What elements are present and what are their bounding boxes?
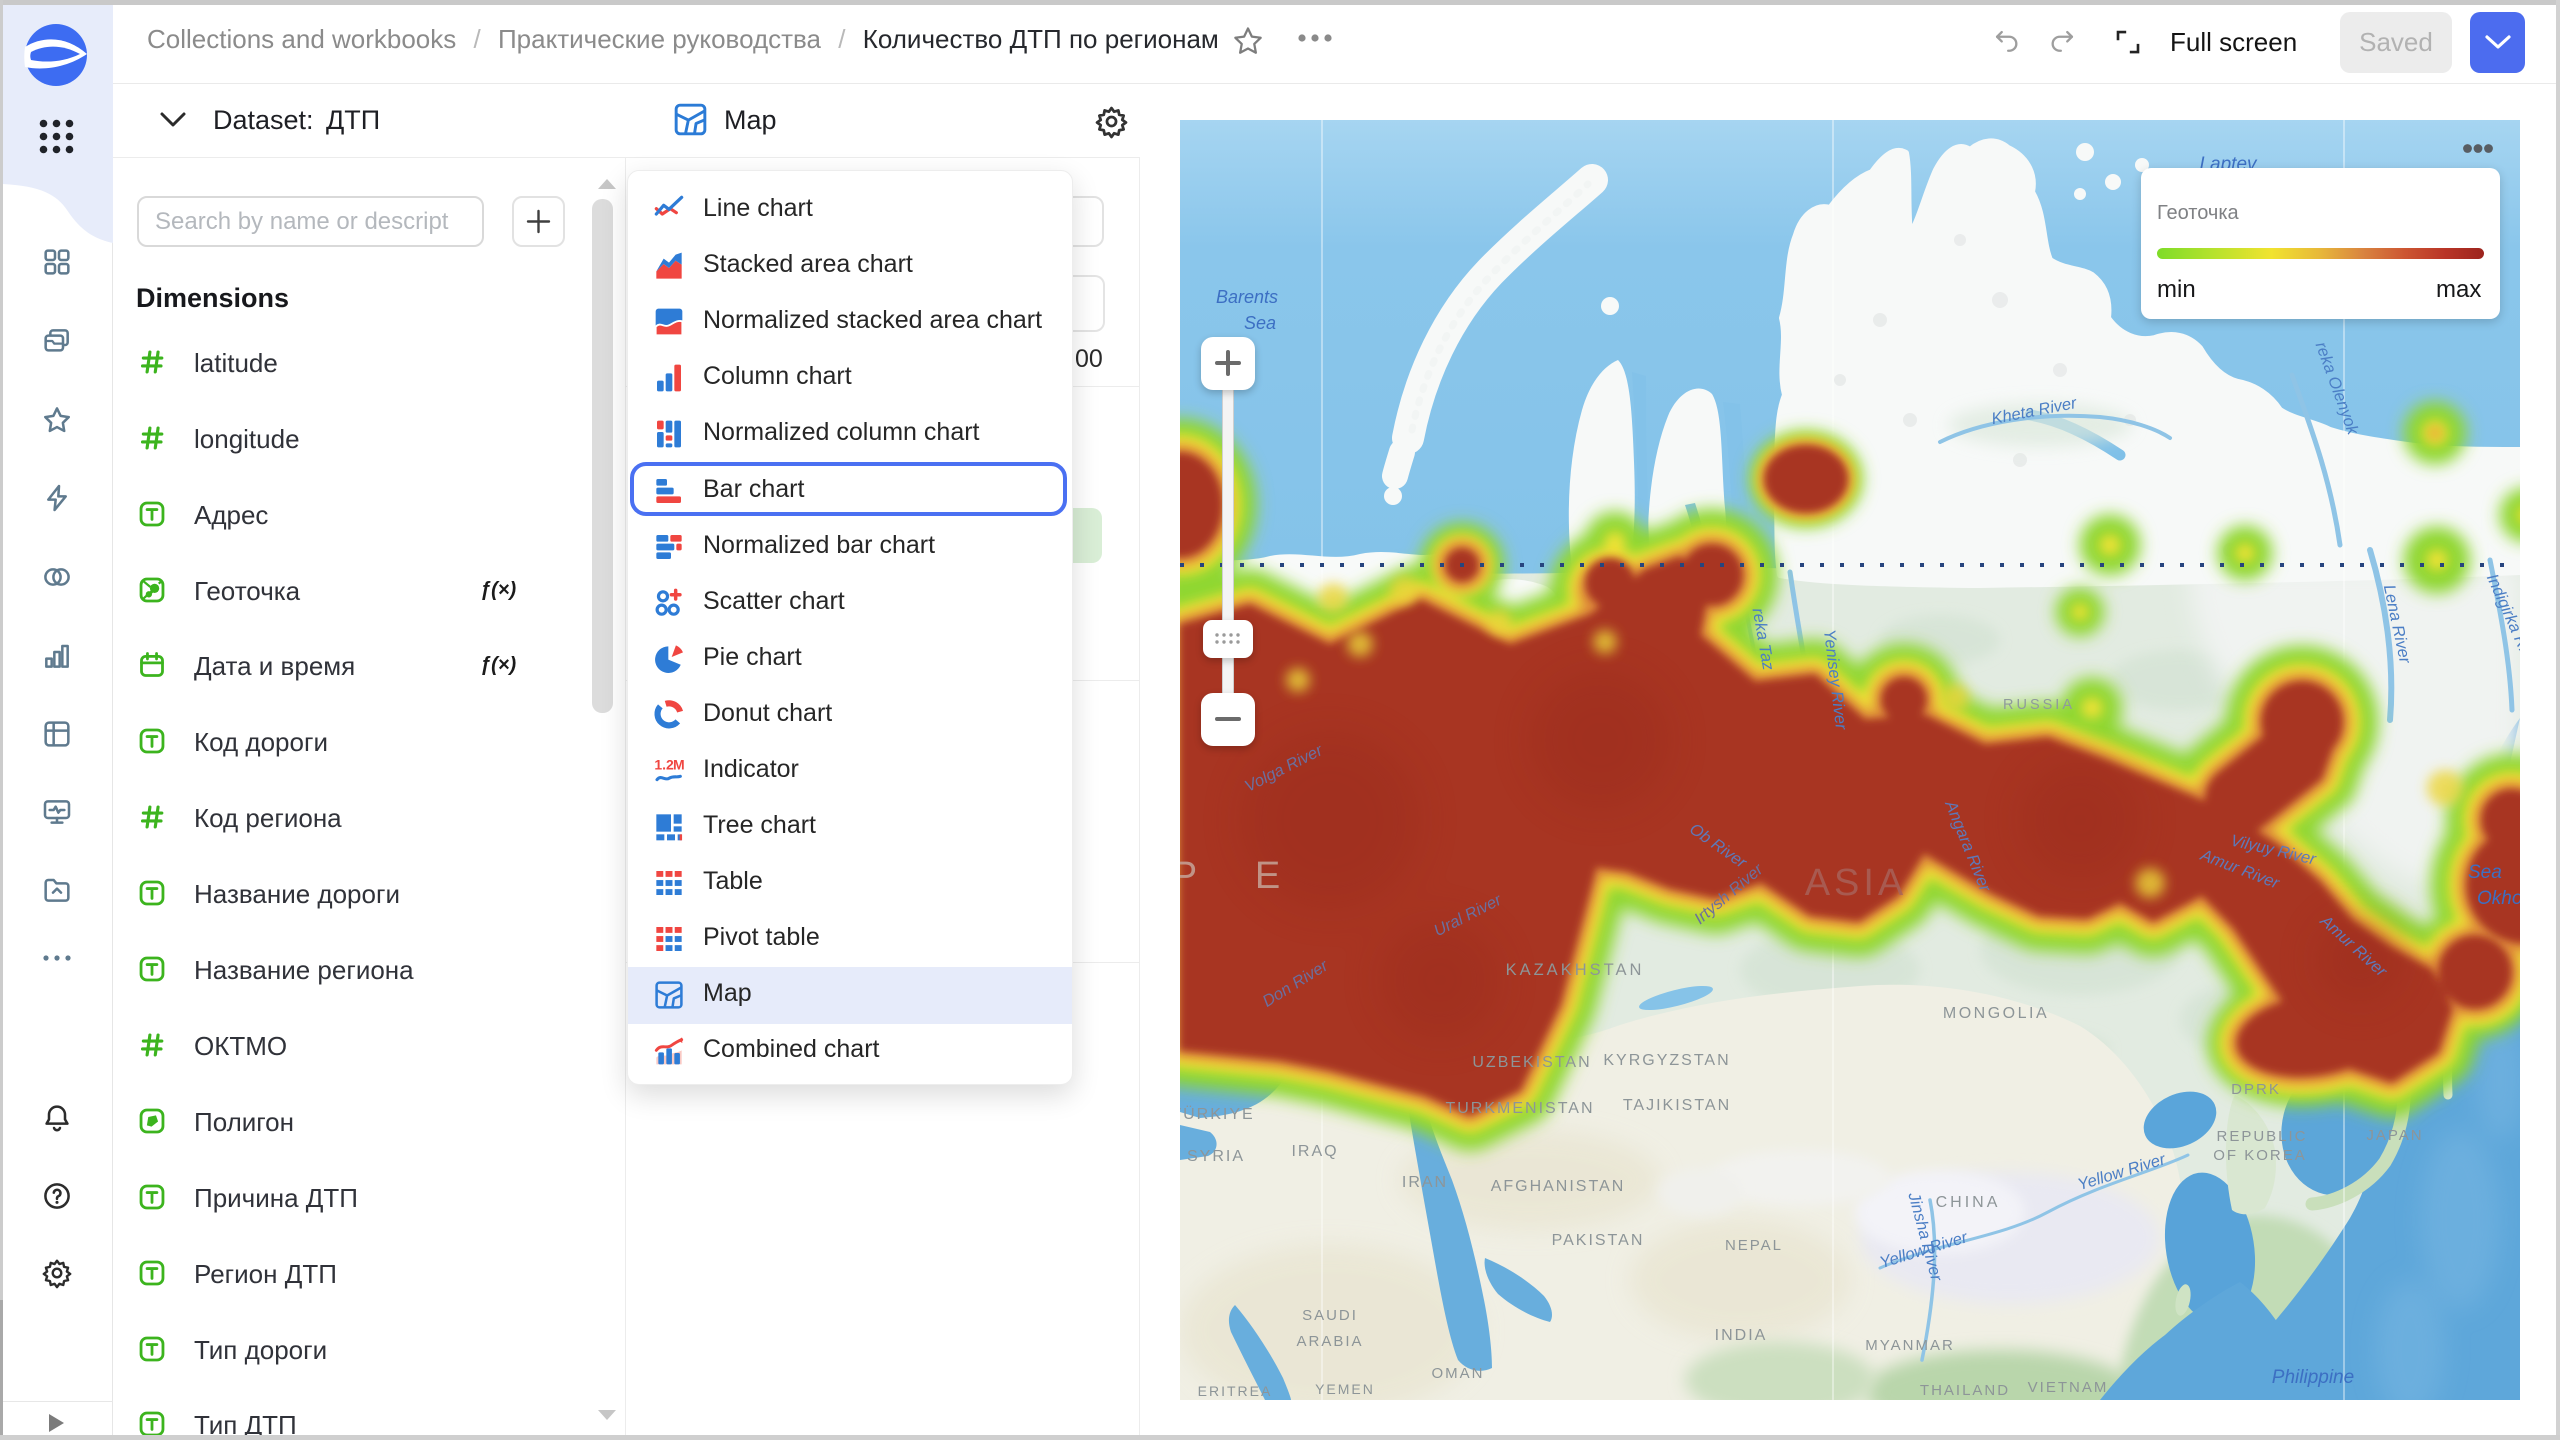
svg-text:Sea: Sea	[2468, 862, 2502, 883]
svg-text:IRAN: IRAN	[1402, 1174, 1448, 1191]
svg-text:Sea: Sea	[1244, 313, 1276, 333]
svg-text:CHINA: CHINA	[1936, 1194, 2001, 1211]
svg-text:DPRK: DPRK	[2231, 1081, 2281, 1098]
svg-text:Okhot: Okhot	[2477, 888, 2520, 909]
svg-text:Barents: Barents	[1216, 287, 1278, 307]
svg-text:INDIA: INDIA	[1715, 1327, 1768, 1344]
svg-text:IRAQ: IRAQ	[1291, 1143, 1338, 1160]
svg-text:SAUDI: SAUDI	[1302, 1307, 1358, 1324]
svg-text:KAZAKHSTAN: KAZAKHSTAN	[1506, 961, 1645, 979]
svg-text:M: M	[673, 757, 685, 773]
svg-text:ARABIA: ARABIA	[1296, 1333, 1363, 1350]
svg-text:OF KOREA: OF KOREA	[2213, 1147, 2307, 1164]
svg-text:NEPAL: NEPAL	[1725, 1237, 1783, 1254]
svg-text:MYANMAR: MYANMAR	[1865, 1337, 1955, 1354]
svg-text:TÜRKIYE: TÜRKIYE	[1180, 1105, 1255, 1123]
svg-text:THAILAND: THAILAND	[1920, 1382, 2010, 1399]
svg-text:ASIA: ASIA	[1805, 862, 1908, 904]
svg-text:YEMEN: YEMEN	[1315, 1381, 1375, 1397]
svg-text:VIETNAM: VIETNAM	[2028, 1379, 2109, 1396]
svg-text:MONGOLIA: MONGOLIA	[1943, 1005, 2049, 1022]
svg-text:AFGHANISTAN: AFGHANISTAN	[1491, 1178, 1626, 1195]
svg-text:OMAN: OMAN	[1432, 1365, 1485, 1382]
svg-text:1.2: 1.2	[654, 757, 674, 773]
svg-text:P E: P E	[1180, 855, 1304, 897]
svg-text:TURKMENISTAN: TURKMENISTAN	[1445, 1100, 1594, 1117]
svg-text:RUSSIA: RUSSIA	[2003, 697, 2075, 713]
svg-text:JAPAN: JAPAN	[2366, 1127, 2423, 1144]
svg-text:PAKISTAN: PAKISTAN	[1552, 1232, 1645, 1249]
svg-text:TAJIKISTAN: TAJIKISTAN	[1623, 1097, 1731, 1114]
svg-text:Philippine: Philippine	[2272, 1367, 2354, 1388]
svg-text:SYRIA: SYRIA	[1187, 1148, 1245, 1165]
svg-text:REPUBLIC: REPUBLIC	[2216, 1128, 2307, 1145]
svg-text:UZBEKISTAN: UZBEKISTAN	[1472, 1054, 1591, 1071]
svg-text:KYRGYZSTAN: KYRGYZSTAN	[1603, 1052, 1730, 1069]
svg-text:ERITREA: ERITREA	[1198, 1383, 1273, 1399]
